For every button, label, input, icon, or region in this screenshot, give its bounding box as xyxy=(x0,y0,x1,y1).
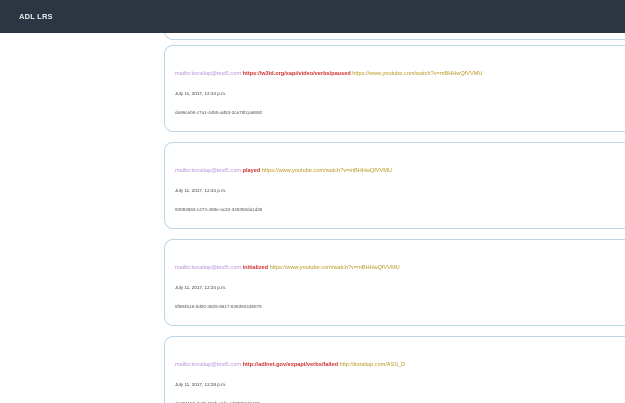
brand-link[interactable]: ADL LRS xyxy=(19,12,53,21)
statement-line: mailto:koraliap@test5.com played https:/… xyxy=(175,168,392,174)
object-link[interactable]: http://koraliap.com/ASS_D xyxy=(340,362,406,368)
statement-id: da96ceb5-c7a1-4455-ad53-2ca78b1a6650 xyxy=(175,110,263,115)
verb-link[interactable]: https://w3id.org/xapi/video/verbs/paused xyxy=(243,71,351,77)
statement-line: mailto:koraliap@test5.com https://w3id.o… xyxy=(175,71,482,77)
statement-line: mailto:koraliap@test5.com initialized ht… xyxy=(175,265,400,271)
statement-list: mailto:koraliap@test5.com https://w3id.o… xyxy=(0,33,625,403)
statement-card: mailto:koraliap@test5.com https://w3id.o… xyxy=(164,45,625,132)
object-link[interactable]: https://www.youtube.com/watch?v=mBHHwQfV… xyxy=(352,71,482,77)
verb-link[interactable]: http://adlnet.gov/expapi/verbs/failed xyxy=(243,362,338,368)
statement-card: mailto:koraliap@test5.com played https:/… xyxy=(164,142,625,229)
statement-card: mailto:koraliap@test5.com http://adlnet.… xyxy=(164,336,625,403)
object-link[interactable]: https://www.youtube.com/watch?v=mBHHwQfV… xyxy=(270,265,400,271)
actor-link[interactable]: mailto:koraliap@test5.com xyxy=(175,362,241,368)
actor-link[interactable]: mailto:koraliap@test5.com xyxy=(175,265,241,271)
statement-timestamp: July 11, 2017, 12:34 p.m. xyxy=(175,188,227,193)
navbar: ADL LRS xyxy=(0,0,625,33)
statement-timestamp: July 11, 2017, 12:28 p.m. xyxy=(175,382,227,387)
object-link[interactable]: https://www.youtube.com/watch?v=mBHHwQfV… xyxy=(262,168,392,174)
statement-timestamp: July 11, 2017, 12:34 p.m. xyxy=(175,91,227,96)
actor-link[interactable]: mailto:koraliap@test5.com xyxy=(175,168,241,174)
statement-timestamp: July 11, 2017, 12:34 p.m. xyxy=(175,285,227,290)
statement-card-partial xyxy=(164,33,625,40)
statement-id: 83083663-c474-498e-ac32-349350da1d36 xyxy=(175,207,263,212)
actor-link[interactable]: mailto:koraliap@test5.com xyxy=(175,71,241,77)
verb-link[interactable]: initialized xyxy=(243,265,269,271)
statement-id: 5f984b16-5d00-4825-8517-838392435079 xyxy=(175,304,262,309)
verb-link[interactable]: played xyxy=(243,168,261,174)
statement-card: mailto:koraliap@test5.com initialized ht… xyxy=(164,239,625,326)
statement-line: mailto:koraliap@test5.com http://adlnet.… xyxy=(175,362,405,368)
